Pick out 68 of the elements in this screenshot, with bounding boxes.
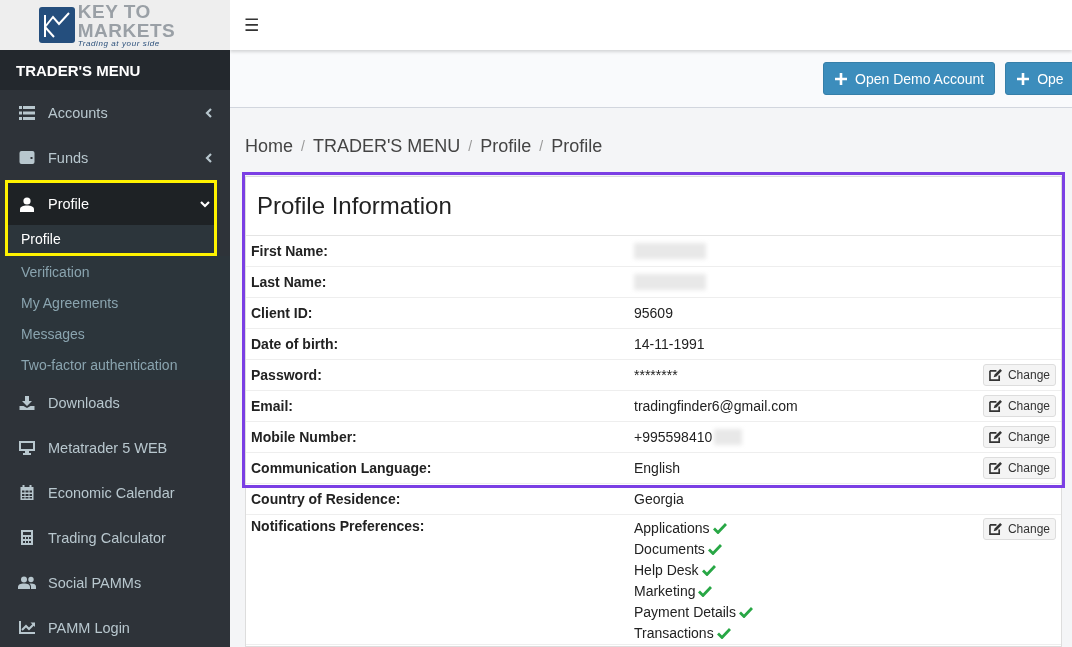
sidebar-item[interactable]: Downloads [0,380,230,425]
field-label: Last Name: [251,274,328,290]
notification-option: Help Desk [634,560,699,581]
field-label: Date of birth: [251,336,340,352]
breadcrumb-item[interactable]: TRADER'S MENU [312,135,461,157]
users-icon [18,576,36,589]
field-label: Email: [251,398,294,414]
field-label: Client ID: [251,305,314,321]
calendar-icon [18,485,36,500]
field-value: 95609 [634,305,673,321]
change-button[interactable]: Change [982,364,1056,386]
change-button[interactable]: Change [982,518,1056,540]
plus-icon [835,72,847,85]
sidebar-item[interactable]: Profile [8,183,214,225]
breadcrumb-item[interactable]: Home [245,135,293,157]
sidebar-item[interactable]: PAMM Login [0,605,230,647]
logo-icon [38,7,75,43]
notification-option: Payment Details [634,602,736,623]
change-button[interactable]: Change [982,457,1056,479]
field-label: Notifications Preferences: [251,518,426,534]
change-button[interactable]: Change [982,395,1056,417]
field-value: Georgia [634,491,684,507]
logo-text: KEY TO [77,2,152,21]
breadcrumb-separator: / [468,138,473,154]
breadcrumb-separator: / [301,138,305,154]
list-icon [18,105,36,120]
logo-tagline: Trading at your side [77,40,161,48]
field-value: 14-11-1991 [634,336,705,352]
sidebar-item[interactable]: Trading Calculator [0,515,230,560]
field-value: English [634,460,680,476]
notification-option: Documents [634,539,705,560]
open-account-button[interactable]: Ope [1005,62,1072,95]
wallet-icon [18,151,36,164]
calculator-icon [18,530,36,545]
sidebar-item[interactable]: Metatrader 5 WEB [0,425,230,470]
sidebar-item[interactable]: Social PAMMs [0,560,230,605]
edit-icon [988,369,1002,381]
edit-icon [988,400,1002,412]
edit-icon [988,523,1002,535]
field-label: Country of Residence: [251,491,402,507]
field-label: Mobile Number: [251,429,358,445]
user-icon [18,196,36,212]
download-icon [18,395,36,410]
field-value: ******** [634,367,678,383]
breadcrumb-item: Profile [551,135,603,157]
sidebar-item[interactable]: Economic Calendar [0,470,230,515]
notification-option: Marketing [634,581,696,602]
field-label: Communication Language: [251,460,433,476]
field-value: tradingfinder6@gmail.com [634,398,798,414]
field-value: +995598410 [634,429,713,445]
notification-option: Transactions [634,623,714,644]
panel-title: Profile Information [246,176,1061,236]
notification-option: Applications [634,518,710,539]
edit-icon [988,462,1002,474]
monitor-icon [18,440,36,455]
breadcrumb-item[interactable]: Profile [480,135,532,157]
sidebar-item[interactable]: Funds [0,135,230,180]
logo-text: MARKETS [77,21,176,40]
change-button[interactable]: Change [982,426,1056,448]
sidebar-title: TRADER'S MENU [0,50,230,90]
field-label: First Name: [251,243,330,259]
breadcrumb-separator: / [539,138,544,154]
sidebar-item[interactable]: Accounts [0,90,230,135]
line-chart-icon [18,621,36,634]
field-label: Password: [251,367,323,383]
open-account-button[interactable]: Open Demo Account [823,62,996,95]
plus-icon [1017,72,1030,85]
edit-icon [988,431,1002,443]
